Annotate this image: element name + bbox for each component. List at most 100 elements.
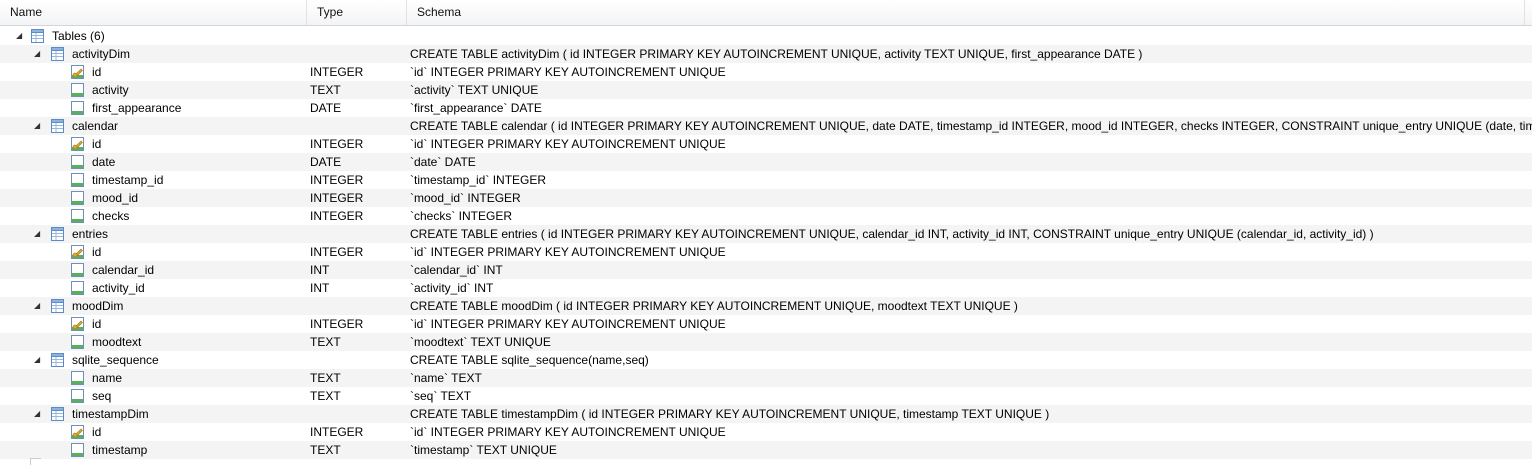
field-schema: `mood_id` INTEGER [410,191,521,205]
tree-node-table[interactable]: ◢ timestampDim CREATE TABLE timestampDim (… [0,405,1532,423]
expanded-arrow-icon[interactable]: ◢ [34,351,44,369]
field-type: INT [310,281,330,295]
expanded-arrow-icon[interactable]: ◢ [16,27,26,45]
table-name: moodDim [72,299,124,313]
field-name: activity_id [92,281,145,295]
field-type: INTEGER [310,137,364,151]
field-type: INT [310,263,330,277]
tree-node-field[interactable]: timestamp_id INTEGER `timestamp_id` INTEGE… [0,171,1532,189]
tree-node-field[interactable]: moodtext TEXT `moodtext` TEXT UNIQUE [0,333,1532,351]
field-name: timestamp_id [92,173,164,187]
primary-key-field-icon [71,425,84,439]
tree-node-table[interactable]: ◢ activityDim CREATE TABLE activityDim ( i… [0,45,1532,63]
table-schema: CREATE TABLE activityDim ( id INTEGER PR… [410,47,1143,61]
field-type: TEXT [310,389,341,403]
tree-node-table[interactable]: ◢ sqlite_sequence CREATE TABLE sqlite_sequ… [0,351,1532,369]
tree-node-table[interactable]: ◢ entries CREATE TABLE entries ( id INTEGE… [0,225,1532,243]
field-schema: `checks` INTEGER [410,209,513,223]
tree-node-field[interactable]: seq TEXT `seq` TEXT [0,387,1532,405]
field-schema: `id` INTEGER PRIMARY KEY AUTOINCREMENT U… [410,425,726,439]
field-name: mood_id [92,191,139,205]
field-schema: `activity` TEXT UNIQUE [410,83,539,97]
field-schema: `moodtext` TEXT UNIQUE [410,335,551,349]
tree-node-field[interactable]: activity_id INT `activity_id` INT [0,279,1532,297]
field-name: timestamp [92,443,148,457]
field-type: INTEGER [310,317,364,331]
field-icon [71,173,84,187]
field-schema: `date` DATE [410,155,476,169]
field-name: id [92,65,102,79]
field-type: INTEGER [310,173,364,187]
field-type: TEXT [310,335,341,349]
field-name: id [92,137,102,151]
tree-node-field[interactable]: date DATE `date` DATE [0,153,1532,171]
field-icon [71,281,84,295]
field-schema: `calendar_id` INT [410,263,503,277]
column-header-schema[interactable]: Schema [407,0,1525,25]
tree-node-field[interactable]: calendar_id INT `calendar_id` INT [0,261,1532,279]
field-schema: `id` INTEGER PRIMARY KEY AUTOINCREMENT U… [410,65,726,79]
expanded-arrow-icon[interactable]: ◢ [34,225,44,243]
field-icon [71,191,84,205]
expanded-arrow-icon[interactable]: ◢ [34,117,44,135]
tree-node-field[interactable]: mood_id INTEGER `mood_id` INTEGER [0,189,1532,207]
field-type: INTEGER [310,245,364,259]
field-icon [71,371,84,385]
tree-node-field[interactable]: id INTEGER `id` INTEGER PRIMARY KEY AUTOIN… [0,315,1532,333]
tree-node-field[interactable]: first_appearance DATE `first_appearance` D… [0,99,1532,117]
table-icon [51,353,64,367]
tree-node-table[interactable]: ◢ moodDim CREATE TABLE moodDim ( id INTEGE… [0,297,1532,315]
schema-tree: ◢ Tables (6) ◢ activityDim CREATE TABLE acti… [0,27,1532,459]
field-type: INTEGER [310,191,364,205]
field-name: name [92,371,123,385]
primary-key-field-icon [71,137,84,151]
table-schema: CREATE TABLE entries ( id INTEGER PRIMAR… [410,227,1374,241]
primary-key-field-icon [71,245,84,259]
field-name: activity [92,83,129,97]
tree-node-field[interactable]: id INTEGER `id` INTEGER PRIMARY KEY AUTOIN… [0,243,1532,261]
field-schema: `activity_id` INT [410,281,494,295]
tree-node-tables[interactable]: ◢ Tables (6) [0,27,1532,45]
tree-node-field[interactable]: id INTEGER `id` INTEGER PRIMARY KEY AUTOIN… [0,135,1532,153]
expanded-arrow-icon[interactable]: ◢ [34,45,44,63]
field-type: TEXT [310,371,341,385]
field-icon [71,101,84,115]
field-schema: `first_appearance` DATE [410,101,542,115]
primary-key-field-icon [71,317,84,331]
field-icon [71,335,84,349]
field-type: DATE [310,155,342,169]
tree-node-field[interactable]: id INTEGER `id` INTEGER PRIMARY KEY AUTOIN… [0,423,1532,441]
expanded-arrow-icon[interactable]: ◢ [34,297,44,315]
field-type: DATE [310,101,342,115]
field-schema: `name` TEXT [410,371,482,385]
table-schema: CREATE TABLE sqlite_sequence(name,seq) [410,353,649,367]
field-name: date [92,155,116,169]
field-schema: `id` INTEGER PRIMARY KEY AUTOINCREMENT U… [410,137,726,151]
field-name: id [92,245,102,259]
field-schema: `seq` TEXT [410,389,472,403]
table-name: activityDim [72,47,131,61]
field-icon [71,443,84,457]
field-schema: `id` INTEGER PRIMARY KEY AUTOINCREMENT U… [410,245,726,259]
field-schema: `timestamp` TEXT UNIQUE [410,443,557,457]
tree-node-table[interactable]: ◢ calendar CREATE TABLE calendar ( id INTE… [0,117,1532,135]
field-type: TEXT [310,443,341,457]
column-header-type[interactable]: Type [307,0,407,25]
field-icon [71,155,84,169]
tree-node-field[interactable]: activity TEXT `activity` TEXT UNIQUE [0,81,1532,99]
tree-node-field[interactable]: timestamp TEXT `timestamp` TEXT UNIQUE [0,441,1532,459]
expanded-arrow-icon[interactable]: ◢ [34,405,44,423]
field-schema: `timestamp_id` INTEGER [410,173,547,187]
tree-node-field[interactable]: checks INTEGER `checks` INTEGER [0,207,1532,225]
tree-node-field[interactable]: id INTEGER `id` INTEGER PRIMARY KEY AUTOIN… [0,63,1532,81]
primary-key-field-icon [71,65,84,79]
field-type: INTEGER [310,209,364,223]
table-schema: CREATE TABLE calendar ( id INTEGER PRIMA… [410,119,1532,133]
tables-folder-icon [31,29,44,43]
table-name: timestampDim [72,407,149,421]
table-icon [51,47,64,61]
column-header-name[interactable]: Name [0,0,307,25]
table-icon [51,407,64,421]
field-name: id [92,317,102,331]
tree-node-field[interactable]: name TEXT `name` TEXT [0,369,1532,387]
